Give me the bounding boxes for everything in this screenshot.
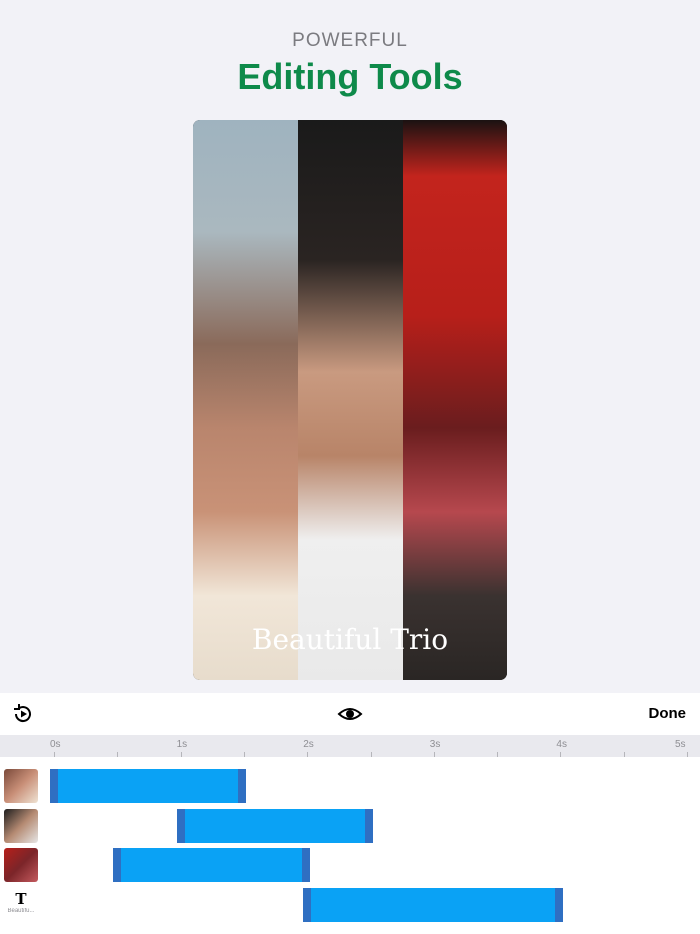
timeline-clip[interactable] bbox=[176, 808, 373, 843]
timeline-clip[interactable] bbox=[113, 848, 310, 882]
timeline-clip[interactable] bbox=[50, 769, 247, 803]
editor-toolbar: Done bbox=[0, 693, 700, 735]
ruler-label: 5s bbox=[675, 739, 686, 750]
clip-start-handle[interactable] bbox=[176, 808, 185, 843]
clip-end-handle[interactable] bbox=[301, 848, 310, 882]
ruler-label: 1s bbox=[176, 739, 188, 750]
text-track-label: Beautifu... bbox=[7, 907, 35, 914]
ruler-label: 2s bbox=[303, 739, 314, 750]
eye-icon[interactable] bbox=[337, 701, 363, 727]
clip-end-handle[interactable] bbox=[364, 808, 373, 843]
ruler-label: 3s bbox=[429, 739, 441, 750]
photo-track-thumbnail[interactable] bbox=[4, 848, 38, 882]
timeline-tracks: T Beautifu... bbox=[0, 757, 700, 934]
preview-caption: Beautiful Trio bbox=[251, 623, 449, 656]
text-track-thumbnail[interactable]: T Beautifu... bbox=[4, 888, 38, 922]
clip-end-handle[interactable] bbox=[238, 769, 247, 803]
photo-panel-1 bbox=[193, 120, 298, 680]
clip-end-handle[interactable] bbox=[554, 887, 563, 922]
replay-icon[interactable] bbox=[10, 701, 36, 727]
text-tool-icon: T bbox=[15, 889, 27, 908]
photo-track-thumbnail[interactable] bbox=[4, 808, 38, 843]
photo-panel-3 bbox=[403, 120, 507, 680]
clip-start-handle[interactable] bbox=[303, 887, 312, 922]
photo-track-thumbnail[interactable] bbox=[4, 769, 38, 803]
ruler-label: 0s bbox=[50, 739, 61, 750]
page-title: Editing Tools bbox=[237, 56, 463, 97]
clip-start-handle[interactable] bbox=[50, 769, 58, 803]
clip-start-handle[interactable] bbox=[113, 848, 122, 882]
timeline-clip[interactable] bbox=[303, 887, 563, 922]
section-kicker: POWERFUL bbox=[292, 30, 408, 51]
photo-panel-2 bbox=[298, 120, 403, 680]
video-preview: Beautiful Trio bbox=[193, 120, 507, 680]
done-button[interactable]: Done bbox=[649, 705, 687, 722]
ruler-label: 4s bbox=[556, 739, 567, 750]
time-ruler[interactable]: 0s 1s 2s 3s 4s 5s bbox=[0, 735, 700, 757]
